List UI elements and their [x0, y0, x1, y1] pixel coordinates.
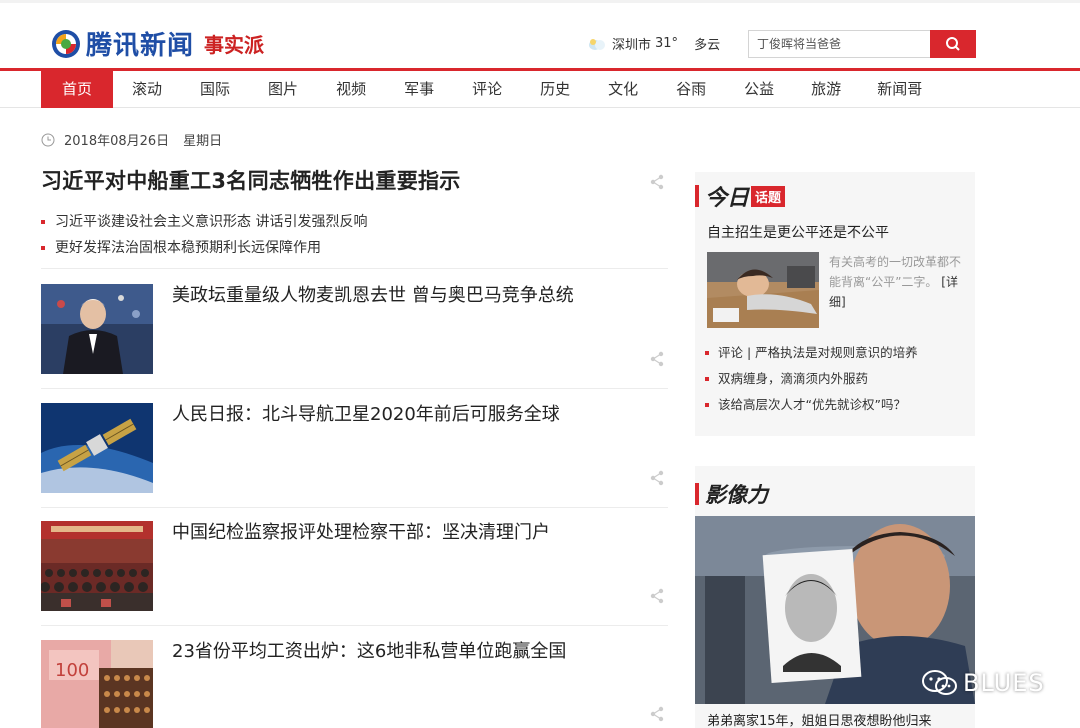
today-image[interactable]	[707, 252, 819, 328]
today-description: 有关高考的一切改革都不能背离“公平”二字。 [详细]	[829, 252, 965, 312]
nav-item-9[interactable]: 谷雨	[657, 71, 725, 108]
accent-bar	[695, 483, 699, 505]
weather-temp: 31°	[655, 36, 679, 51]
news-thumbnail[interactable]	[41, 284, 153, 374]
cloud-icon	[589, 38, 605, 50]
search-icon	[946, 37, 960, 51]
headline-title[interactable]: 习近平对中船重工3名同志牺牲作出重要指示	[41, 167, 668, 195]
news-thumbnail[interactable]: 100	[41, 640, 153, 728]
nav-item-0[interactable]: 首页	[41, 71, 114, 108]
bullet-icon	[705, 351, 709, 355]
news-thumbnail[interactable]	[41, 521, 153, 611]
today-link[interactable]: 该给高层次人才“优先就诊权”吗？	[705, 392, 918, 418]
share-icon[interactable]	[649, 706, 665, 722]
today-question[interactable]: 自主招生是更公平还是不公平	[707, 222, 889, 242]
headline-sublinks: 习近平谈建设社会主义意识形态 讲话引发强烈反响 更好发挥法治固根本稳预期利长远保…	[41, 209, 367, 261]
search-input[interactable]	[748, 30, 930, 58]
top-headline: 习近平对中船重工3名同志牺牲作出重要指示	[41, 167, 668, 195]
weekday-text: 星期日	[183, 134, 223, 149]
date-bar: 2018年08月26日 星期日	[41, 130, 222, 149]
nav-item-12[interactable]: 新闻哥	[859, 71, 940, 108]
date-text: 2018年08月26日	[64, 134, 170, 149]
today-topic-heading: 今日 话题	[695, 182, 786, 211]
site-logo[interactable]: 腾讯新闻 事实派	[50, 25, 264, 62]
share-icon[interactable]	[649, 470, 665, 486]
divider	[41, 268, 668, 269]
share-icon[interactable]	[649, 174, 665, 190]
news-title[interactable]: 人民日报：北斗导航卫星2020年前后可服务全球	[172, 403, 642, 427]
impact-caption[interactable]: 弟弟离家15年，姐姐日思夜想盼他归来	[707, 710, 932, 728]
weather-widget: 深圳市 31° 多云	[588, 34, 724, 53]
bullet-icon	[705, 377, 709, 381]
impact-heading-text: 影像力	[705, 482, 768, 507]
accent-bar	[695, 185, 699, 207]
nav-item-2[interactable]: 国际	[181, 71, 249, 108]
today-link[interactable]: 双病缠身，滴滴须内外服药	[705, 366, 918, 392]
nav-item-4[interactable]: 视频	[317, 71, 385, 108]
share-icon[interactable]	[649, 351, 665, 367]
headline-sublink[interactable]: 更好发挥法治固根本稳预期利长远保障作用	[41, 235, 367, 261]
logo-text: 腾讯新闻	[86, 31, 195, 61]
today-link-text: 评论 | 严格执法是对规则意识的培养	[718, 345, 918, 360]
nav-item-1[interactable]: 滚动	[113, 71, 181, 108]
news-title[interactable]: 中国纪检监察报评处理检察干部：坚决清理门户	[172, 521, 642, 545]
today-link[interactable]: 评论 | 严格执法是对规则意识的培养	[705, 340, 918, 366]
news-title[interactable]: 23省份平均工资出炉：这6地非私营单位跑赢全国	[172, 640, 642, 664]
divider	[41, 625, 668, 626]
main-nav: 首页 滚动 国际 图片 视频 军事 评论 历史 文化 谷雨 公益 旅游 新闻哥	[0, 68, 1080, 108]
nav-item-10[interactable]: 公益	[725, 71, 793, 108]
svg-text:100: 100	[55, 660, 89, 681]
search-button[interactable]	[930, 30, 976, 58]
nav-item-3[interactable]: 图片	[249, 71, 317, 108]
news-item: 美政坛重量级人物麦凯恩去世 曾与奥巴马竞争总统	[41, 284, 668, 374]
weather-desc: 多云	[694, 38, 721, 53]
news-item: 中国纪检监察报评处理检察干部：坚决清理门户	[41, 521, 668, 611]
watermark-text: BLUES	[963, 669, 1045, 697]
news-thumbnail[interactable]	[41, 403, 153, 493]
impact-heading: 影像力	[695, 480, 768, 508]
bullet-icon	[41, 220, 45, 224]
nav-item-8[interactable]: 文化	[589, 71, 657, 108]
logo-subtitle: 事实派	[204, 33, 265, 57]
today-heading-badge: 话题	[751, 185, 786, 207]
headline-sublink[interactable]: 习近平谈建设社会主义意识形态 讲话引发强烈反响	[41, 209, 367, 235]
news-item: 人民日报：北斗导航卫星2020年前后可服务全球	[41, 403, 668, 493]
today-heading-text: 今日	[705, 185, 750, 211]
tencent-news-logo-icon	[52, 29, 80, 58]
weather-city: 深圳市	[612, 38, 652, 53]
today-topic-panel: 今日 话题 自主招生是更公平还是不公平 有关高考的一切改革都不能背离“公平”二字…	[695, 172, 975, 436]
nav-item-11[interactable]: 旅游	[793, 71, 859, 108]
today-link-text: 该给高层次人才“优先就诊权”吗？	[718, 397, 906, 412]
share-icon[interactable]	[649, 588, 665, 604]
today-link-text: 双病缠身，滴滴须内外服药	[718, 371, 869, 386]
bullet-icon	[41, 246, 45, 250]
clock-icon	[41, 133, 55, 146]
nav-items: 首页 滚动 国际 图片 视频 军事 评论 历史 文化 谷雨 公益 旅游 新闻哥	[41, 71, 940, 108]
watermark: BLUES	[921, 668, 1045, 698]
news-item: 100 23省份平均工资出炉：这6地非私营单位跑赢全国	[41, 640, 668, 728]
bullet-icon	[705, 403, 709, 407]
news-title[interactable]: 美政坛重量级人物麦凯恩去世 曾与奥巴马竞争总统	[172, 284, 642, 308]
search-box	[748, 30, 976, 58]
nav-item-7[interactable]: 历史	[521, 71, 589, 108]
nav-item-6[interactable]: 评论	[453, 71, 521, 108]
divider	[41, 507, 668, 508]
site-header: 腾讯新闻 事实派 深圳市 31° 多云	[0, 0, 1080, 70]
nav-item-5[interactable]: 军事	[385, 71, 453, 108]
divider	[41, 388, 668, 389]
sublink-text: 习近平谈建设社会主义意识形态 讲话引发强烈反响	[55, 214, 368, 230]
today-links: 评论 | 严格执法是对规则意识的培养 双病缠身，滴滴须内外服药 该给高层次人才“…	[705, 340, 918, 418]
sublink-text: 更好发挥法治固根本稳预期利长远保障作用	[55, 240, 321, 256]
wechat-icon	[922, 670, 957, 695]
